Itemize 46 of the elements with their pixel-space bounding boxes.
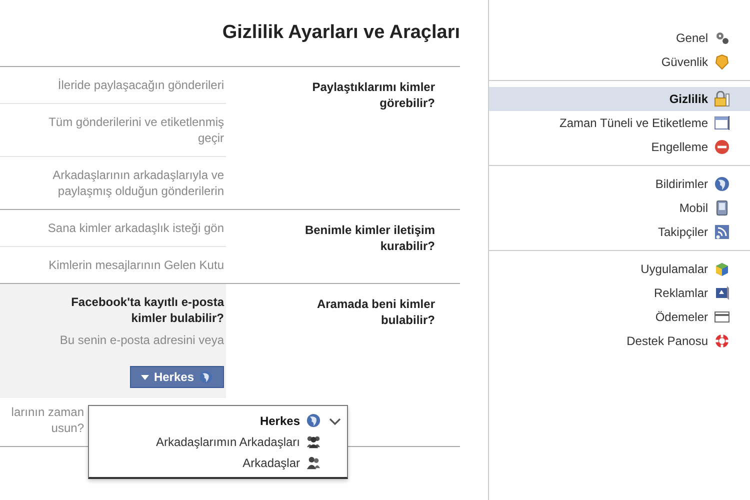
phone-icon xyxy=(714,200,730,216)
menu-item[interactable]: Herkes xyxy=(89,410,347,431)
people-icon xyxy=(306,455,321,470)
menu-item[interactable]: Arkadaşlar xyxy=(89,452,347,473)
sidebar-item[interactable]: Ödemeler xyxy=(489,305,750,329)
badge-icon xyxy=(714,54,730,70)
setting-description: Arkadaşlarının arkadaşlarıyla ve paylaşmış olduğun gönderilerin xyxy=(52,167,224,199)
timeline-icon xyxy=(714,115,730,131)
section-label: Aramada beni kimler bulabilir? xyxy=(316,297,435,327)
audience-dropdown-button[interactable]: Herkes xyxy=(130,366,224,388)
setting-description: larının zaman usun? xyxy=(11,404,84,436)
sidebar-item[interactable]: Reklamlar xyxy=(489,281,750,305)
sidebar-item[interactable]: Genel xyxy=(489,26,750,50)
setting-title: Facebook'ta kayıtlı e-posta kimler bulabilir? xyxy=(71,294,224,326)
section-label: Paylaştıklarımı kimler görebilir? xyxy=(312,80,435,110)
globe-icon xyxy=(714,176,730,192)
sidebar-item[interactable]: Takipçiler xyxy=(489,220,750,244)
page-title: Gizlilik Ayarları ve Araçları xyxy=(221,22,461,45)
caret-icon xyxy=(140,374,149,380)
check-icon xyxy=(329,416,341,426)
setting-description: Bu senin e-posta adresini veya xyxy=(60,332,224,348)
gears-icon xyxy=(714,30,730,46)
sidebar-item[interactable]: Zaman Tüneli ve Etiketleme xyxy=(489,111,750,135)
setting-description: Sana kimler arkadaşlık isteği gön xyxy=(48,220,224,236)
signal-icon xyxy=(714,224,730,240)
sidebar-item[interactable]: Güvenlik xyxy=(489,50,750,74)
sidebar-item[interactable]: Gizlilik xyxy=(489,87,750,111)
lifebuoy-icon xyxy=(714,333,730,349)
sidebar-item[interactable]: Destek Panosu xyxy=(489,329,750,353)
lock-icon xyxy=(714,91,730,107)
sidebar-item[interactable]: Mobil xyxy=(489,196,750,220)
globe-icon xyxy=(306,413,321,428)
cube-icon xyxy=(714,261,730,277)
block-icon xyxy=(714,139,730,155)
ads-icon xyxy=(714,285,730,301)
sidebar-item[interactable]: Engelleme xyxy=(489,135,750,159)
setting-description: Tüm gönderilerini ve etiketlenmiş geçir xyxy=(48,114,224,146)
setting-description: Kimlerin mesajlarının Gelen Kutu xyxy=(48,257,224,273)
card-icon xyxy=(714,309,730,325)
globe-icon xyxy=(199,370,213,384)
section-label: Benimle kimler iletişim kurabilir? xyxy=(304,223,435,253)
sidebar-item[interactable]: Uygulamalar xyxy=(489,257,750,281)
people-icon xyxy=(306,434,321,449)
menu-item[interactable]: Arkadaşlarımın Arkadaşları xyxy=(89,431,347,452)
setting-description: İleride paylaşacağın gönderileri xyxy=(58,77,224,93)
sidebar-item[interactable]: Bildirimler xyxy=(489,172,750,196)
